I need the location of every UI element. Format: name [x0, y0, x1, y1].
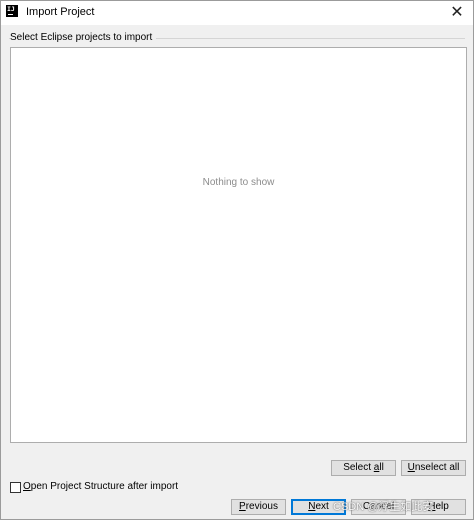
previous-mnemonic: P	[239, 501, 246, 512]
next-label-post: ext	[315, 501, 329, 512]
unselect-all-button[interactable]: Unselect all	[401, 460, 466, 476]
title-bar[interactable]: IJ Import Project ✕	[1, 1, 473, 25]
projects-group-header: Select Eclipse projects to import	[9, 32, 465, 44]
select-all-label-post: ll	[379, 462, 384, 473]
unselect-all-label-post: nselect all	[414, 462, 460, 473]
empty-list-message: Nothing to show	[202, 177, 275, 188]
csdn-watermark: CSDN @浮生如此安	[333, 501, 434, 513]
window-title: Import Project	[26, 6, 95, 18]
select-all-button[interactable]: Select all	[331, 460, 396, 476]
import-project-dialog: IJ Import Project ✕ Select Eclipse proje…	[0, 0, 474, 520]
select-all-label-pre: Select	[343, 462, 374, 473]
open-project-structure-label[interactable]: Open Project Structure after import	[23, 481, 178, 492]
close-icon: ✕	[450, 2, 464, 21]
close-button[interactable]: ✕	[441, 1, 473, 23]
open-project-structure-mnemonic: O	[23, 481, 31, 492]
intellij-app-icon: IJ	[6, 5, 18, 17]
help-label-post: elp	[435, 501, 449, 512]
open-project-structure-checkbox[interactable]	[10, 482, 21, 493]
projects-group-label: Select Eclipse projects to import	[10, 32, 157, 43]
open-project-structure-label-post: pen Project Structure after import	[30, 481, 179, 492]
previous-button[interactable]: Previous	[231, 499, 286, 515]
dialog-content: Select Eclipse projects to import Nothin…	[1, 25, 473, 519]
previous-label-post: revious	[245, 501, 278, 512]
unselect-all-mnemonic: U	[407, 462, 415, 473]
eclipse-projects-list[interactable]: Nothing to show	[10, 47, 467, 443]
